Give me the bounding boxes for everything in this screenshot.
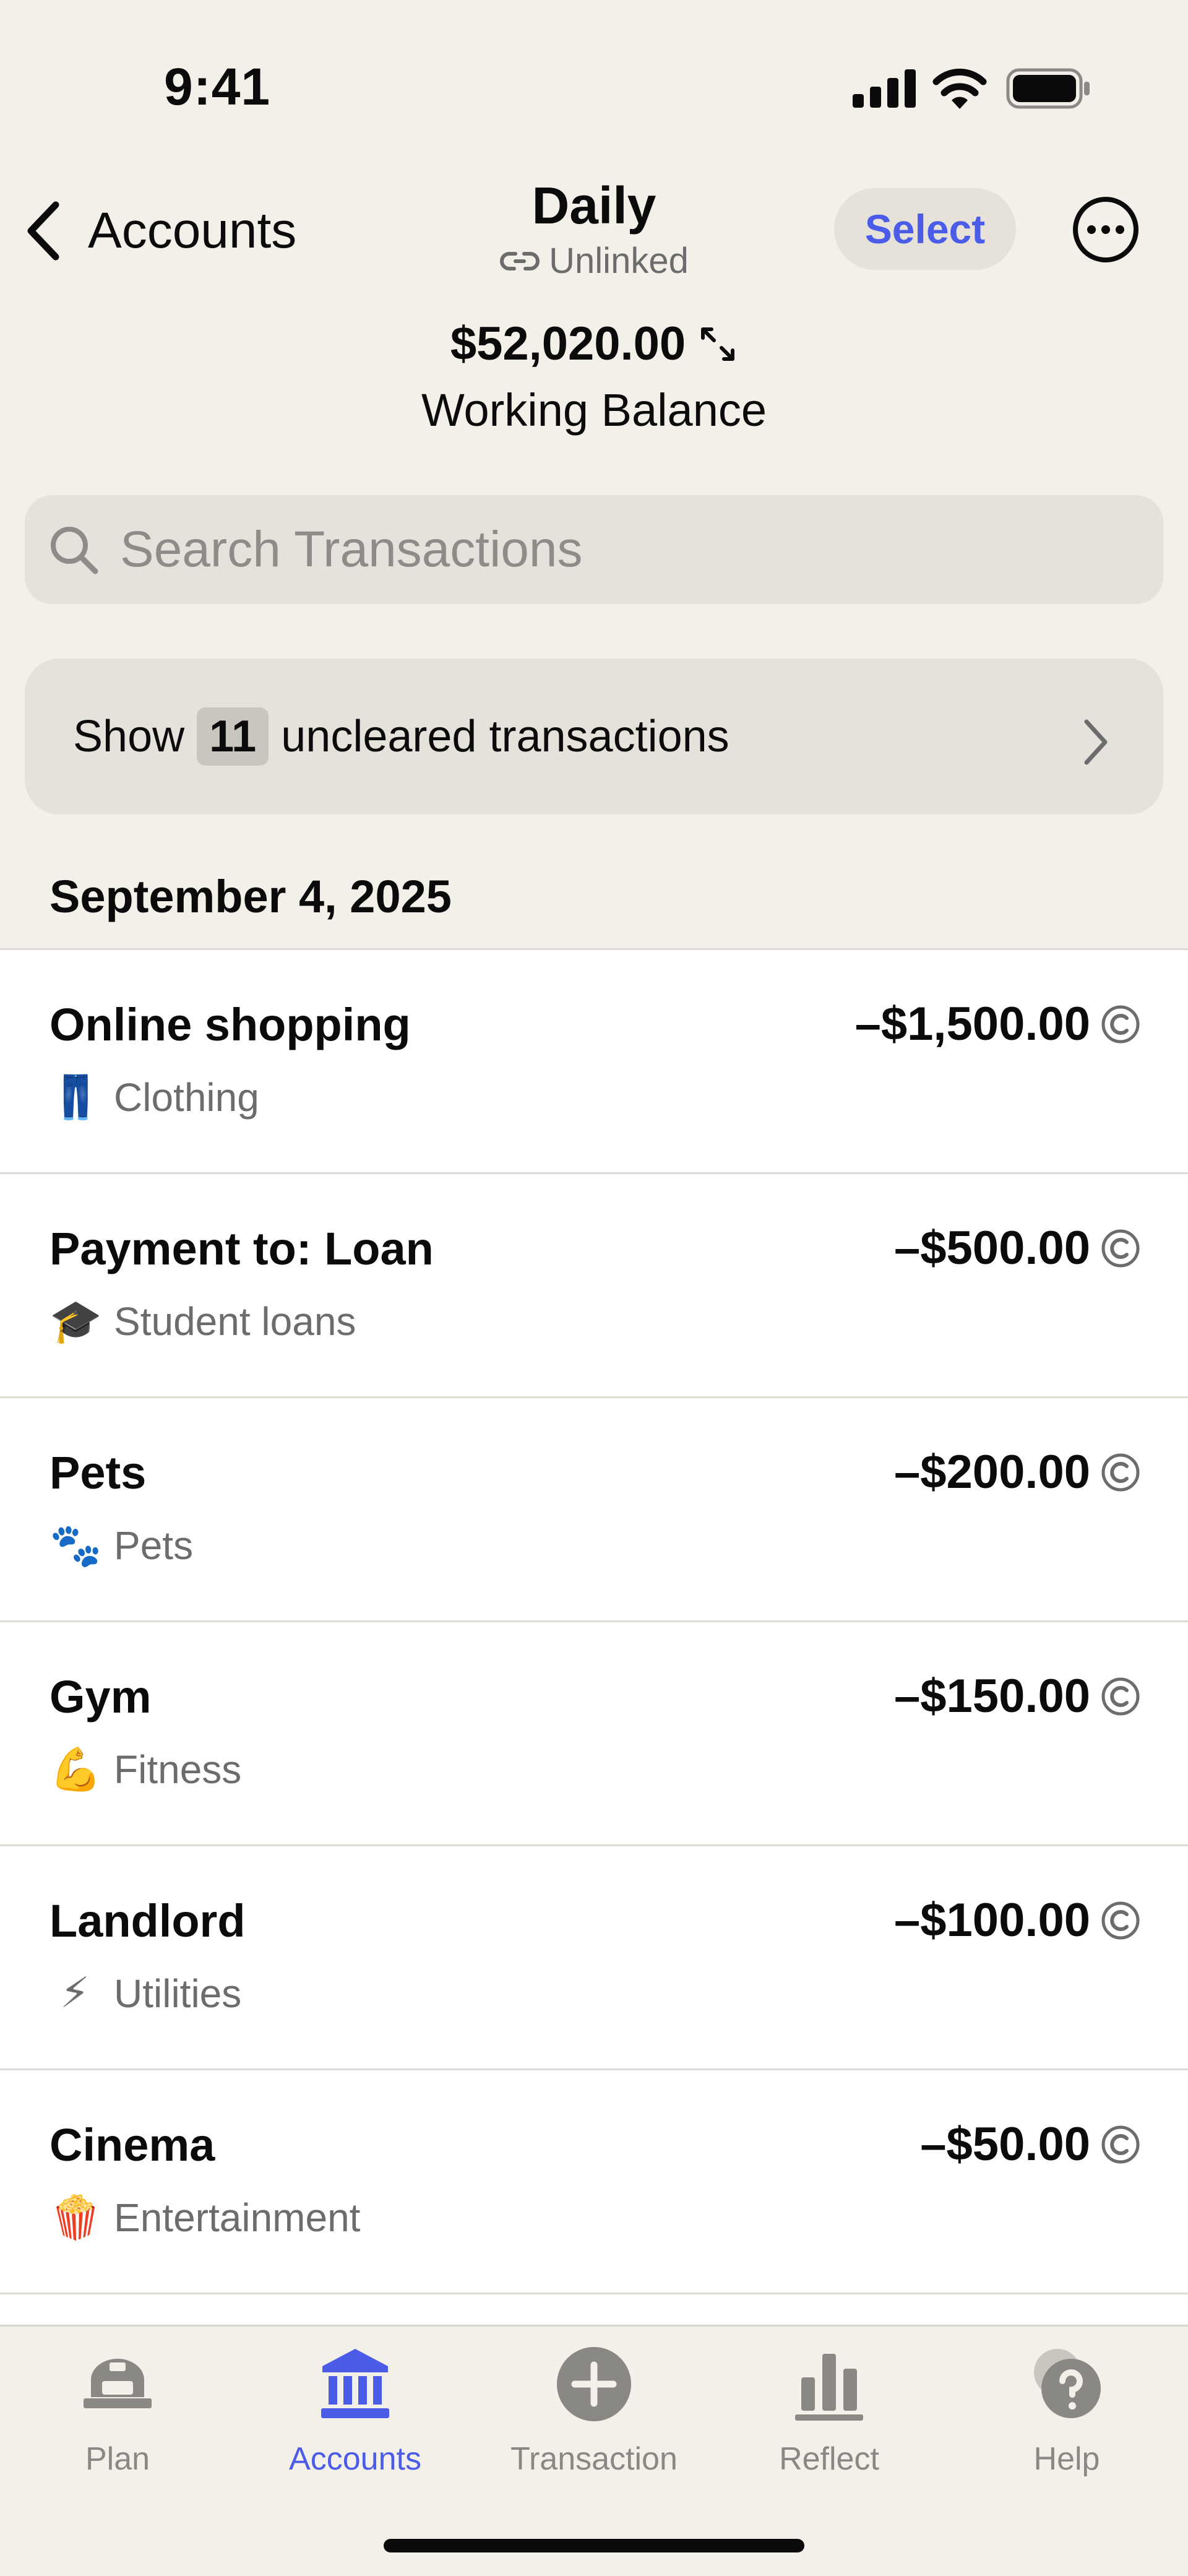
transaction-row[interactable]: Online shopping –$1,500.00 👖 Clothing — [0, 948, 1188, 1172]
select-button[interactable]: Select — [834, 188, 1016, 270]
transaction-payee: Landlord — [50, 1895, 246, 1947]
transaction-amount: –$1,500.00 — [854, 998, 1090, 1050]
transaction-amount: –$150.00 — [894, 1670, 1090, 1722]
signal-icon — [853, 69, 916, 108]
flexed-biceps-icon: 💪 — [50, 1745, 102, 1794]
graduation-cap-icon: 🎓 — [50, 1297, 102, 1346]
expand-icon — [701, 327, 735, 361]
transaction-amount-group: –$200.00 — [894, 1445, 1141, 1499]
cleared-status-icon[interactable] — [1100, 1228, 1141, 1269]
transaction-row[interactable]: Gym –$150.00 💪 Fitness — [0, 1620, 1188, 1844]
transaction-category-label: Entertainment — [114, 2195, 361, 2240]
back-label: Accounts — [88, 202, 297, 259]
tab-label: Reflect — [779, 2441, 879, 2477]
home-indicator — [384, 2539, 804, 2552]
transaction-list: Online shopping –$1,500.00 👖 Clothing Pa… — [0, 948, 1188, 2330]
transaction-row[interactable]: Cinema –$50.00 🍿 Entertainment — [0, 2068, 1188, 2293]
tab-label: Help — [1033, 2441, 1100, 2477]
transaction-amount: –$200.00 — [894, 1446, 1090, 1498]
transaction-payee: Payment to: Loan — [50, 1223, 434, 1274]
transaction-amount: –$500.00 — [894, 1222, 1090, 1274]
transaction-category-label: Pets — [114, 1523, 194, 1568]
battery-icon — [1006, 68, 1090, 109]
tab-label: Plan — [85, 2441, 150, 2477]
working-balance-label: Working Balance — [421, 384, 767, 436]
uncleared-transactions-banner[interactable]: Show 11 uncleared transactions — [25, 659, 1163, 815]
transaction-row[interactable]: Payment to: Loan –$500.00 🎓 Student loan… — [0, 1172, 1188, 1396]
transaction-category: 👖 Clothing — [50, 1073, 259, 1122]
search-icon — [51, 527, 98, 574]
cleared-status-icon[interactable] — [1100, 1676, 1141, 1717]
transaction-payee: Cinema — [50, 2119, 215, 2171]
uncleared-suffix: uncleared transactions — [281, 712, 730, 761]
cleared-status-icon[interactable] — [1100, 1900, 1141, 1941]
tab-label: Transaction — [510, 2441, 678, 2477]
transaction-category: 🎓 Student loans — [50, 1297, 356, 1346]
link-status: Unlinked — [408, 240, 780, 282]
transaction-amount: –$100.00 — [894, 1894, 1090, 1947]
link-status-label: Unlinked — [549, 241, 689, 281]
page-title: Daily — [532, 176, 656, 235]
plan-icon — [84, 2359, 152, 2408]
search-bar[interactable] — [25, 495, 1163, 604]
status-bar: 9:41 — [0, 0, 1188, 161]
jeans-icon: 👖 — [50, 1073, 102, 1122]
transaction-category-label: Clothing — [114, 1075, 259, 1120]
bank-icon — [321, 2349, 389, 2418]
working-balance-amount: $52,020.00 — [450, 318, 686, 370]
more-options-icon[interactable] — [1072, 196, 1140, 264]
transaction-category-label: Student loans — [114, 1299, 356, 1344]
cleared-status-icon[interactable] — [1100, 2124, 1141, 2165]
transaction-amount-group: –$1,500.00 — [855, 997, 1141, 1051]
bar-chart-icon — [795, 2354, 863, 2421]
date-section-header: September 4, 2025 — [50, 871, 452, 922]
transaction-payee: Online shopping — [50, 999, 411, 1050]
chevron-right-icon — [1084, 719, 1108, 765]
plus-circle-icon — [557, 2347, 631, 2421]
transaction-row[interactable] — [0, 2293, 1188, 2330]
transaction-payee: Pets — [50, 1447, 147, 1498]
wifi-icon — [932, 68, 987, 109]
transaction-category-label: Fitness — [114, 1747, 242, 1792]
transaction-row[interactable]: Pets –$200.00 🐾 Pets — [0, 1396, 1188, 1620]
cleared-status-icon[interactable] — [1100, 1452, 1141, 1493]
tab-reflect[interactable]: Reflect — [736, 2344, 922, 2478]
chevron-left-icon — [27, 201, 59, 261]
cleared-status-icon[interactable] — [1100, 1004, 1141, 1045]
search-input[interactable] — [120, 521, 1110, 579]
back-button[interactable]: Accounts — [24, 197, 296, 265]
tab-accounts[interactable]: Accounts — [262, 2344, 448, 2478]
transaction-amount-group: –$100.00 — [894, 1893, 1141, 1947]
uncleared-count-badge: 11 — [197, 707, 269, 766]
transaction-amount-group: –$50.00 — [920, 2117, 1141, 2171]
transaction-amount-group: –$150.00 — [894, 1669, 1141, 1723]
tab-plan[interactable]: Plan — [25, 2344, 210, 2478]
transaction-category: 🐾 Pets — [50, 1521, 193, 1570]
status-time: 9:41 — [164, 58, 271, 116]
transaction-payee: Gym — [50, 1671, 152, 1722]
transaction-amount-group: –$500.00 — [894, 1221, 1141, 1275]
popcorn-icon: 🍿 — [50, 2193, 102, 2242]
unlink-icon — [500, 251, 540, 270]
help-bubble-icon — [1034, 2349, 1101, 2418]
transaction-amount: –$50.00 — [920, 2118, 1090, 2171]
transaction-category: ⚡ Utilities — [50, 1969, 241, 2018]
lightning-bolt-icon: ⚡ — [60, 1969, 90, 2018]
transaction-category: 💪 Fitness — [50, 1745, 241, 1794]
tab-transaction[interactable]: Transaction — [501, 2344, 687, 2478]
transaction-row[interactable]: Landlord –$100.00 ⚡ Utilities — [0, 1844, 1188, 2068]
tab-label: Accounts — [289, 2441, 421, 2477]
uncleared-prefix: Show — [73, 712, 185, 761]
tab-help[interactable]: Help — [974, 2344, 1160, 2478]
paw-prints-icon: 🐾 — [50, 1521, 102, 1570]
balance-row[interactable]: $52,020.00 — [0, 317, 1188, 371]
transaction-category: 🍿 Entertainment — [50, 2193, 360, 2242]
transaction-category-label: Utilities — [114, 1971, 242, 2016]
